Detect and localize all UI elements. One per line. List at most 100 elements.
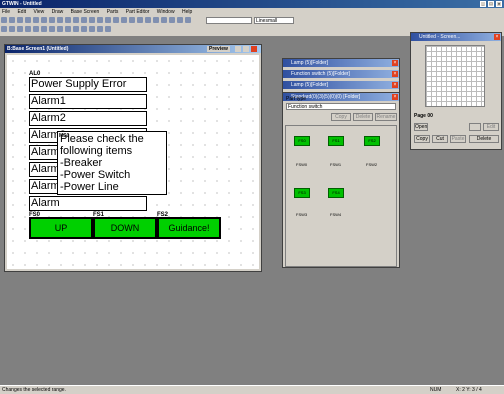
alarm-row[interactable]: Alarm	[29, 196, 147, 211]
message-part-tag: MS0	[59, 133, 70, 139]
polygon-icon[interactable]	[57, 26, 63, 32]
close-icon[interactable]: ×	[392, 82, 398, 88]
copy-button[interactable]: Copy	[414, 135, 430, 143]
line-icon[interactable]	[17, 26, 23, 32]
alarm-row[interactable]: Alarm2	[29, 111, 147, 126]
paste-button[interactable]: Paste	[450, 135, 466, 143]
grid-icon[interactable]	[81, 17, 87, 23]
text-icon[interactable]	[9, 26, 15, 32]
polyline-icon[interactable]	[25, 26, 31, 32]
pointer-icon[interactable]	[1, 26, 7, 32]
font-icon[interactable]	[161, 17, 167, 23]
align-icon[interactable]	[89, 17, 95, 23]
menu-base-screen[interactable]: Base Screen	[71, 9, 100, 15]
maximize-icon[interactable]: □	[488, 1, 494, 7]
menu-window[interactable]: Window	[157, 9, 175, 15]
status-text: Changes the selected range.	[2, 387, 66, 393]
part-label: FSW4	[330, 212, 342, 217]
bold-icon[interactable]	[169, 17, 175, 23]
circle-icon[interactable]	[41, 26, 47, 32]
menu-file[interactable]: File	[2, 9, 10, 15]
group-icon[interactable]	[97, 17, 103, 23]
copy-icon[interactable]	[41, 17, 47, 23]
edit-button[interactable]: Edit	[483, 123, 499, 131]
print-icon[interactable]	[25, 17, 31, 23]
page-button[interactable]	[469, 123, 481, 131]
page-window[interactable]: Untitled - Screen... × Page 00 Open Edit …	[410, 32, 502, 150]
line-style-combo[interactable]: Linesmall	[254, 17, 294, 24]
page-window-title[interactable]: Untitled - Screen... ×	[411, 33, 501, 41]
message-line: -Breaker	[60, 157, 103, 169]
part-icon[interactable]: FS0	[294, 136, 310, 146]
palette-icon[interactable]	[177, 17, 183, 23]
guidance-button[interactable]: Guidance!	[157, 217, 221, 239]
picker-icon[interactable]	[185, 17, 191, 23]
scale-icon[interactable]	[97, 26, 103, 32]
message-box[interactable]: MS0 Please check the following items -Br…	[57, 131, 167, 195]
close-icon[interactable]: ×	[494, 34, 500, 40]
back-icon[interactable]	[121, 17, 127, 23]
menu-help[interactable]: Help	[182, 9, 192, 15]
menu-edit[interactable]: Edit	[17, 9, 26, 15]
delete-button[interactable]: Delete	[353, 113, 373, 121]
front-icon[interactable]	[113, 17, 119, 23]
fill-pattern-icon[interactable]	[81, 26, 87, 32]
editor-minimize-icon[interactable]	[235, 46, 241, 52]
close-icon[interactable]: ×	[392, 71, 398, 77]
arc-icon[interactable]	[49, 26, 55, 32]
flip-icon[interactable]	[137, 17, 143, 23]
minimize-icon[interactable]: _	[480, 1, 486, 7]
paste-icon[interactable]	[49, 17, 55, 23]
save-icon[interactable]	[17, 17, 23, 23]
delete-button[interactable]: Delete	[469, 135, 499, 143]
fill-icon[interactable]	[153, 17, 159, 23]
part-icon[interactable]: FS3	[294, 188, 310, 198]
rectangle-icon[interactable]	[33, 26, 39, 32]
close-icon[interactable]: ×	[496, 1, 502, 7]
bitmap-icon[interactable]	[73, 26, 79, 32]
rotate-icon[interactable]	[129, 17, 135, 23]
screen-editor-window[interactable]: B:Base Screen1 (Untitled) Preview AL0 Po…	[4, 44, 262, 272]
cut-button[interactable]: Cut	[432, 135, 448, 143]
rename-button[interactable]: Rename	[375, 113, 397, 121]
screen-canvas[interactable]: AL0 Power Supply Error Alarm1 Alarm2 Ala…	[7, 55, 259, 269]
part-type-label: Part type	[286, 96, 307, 102]
part-icon[interactable]: FS2	[364, 136, 380, 146]
copy-button[interactable]: Copy	[331, 113, 351, 121]
close-icon[interactable]: ×	[392, 94, 398, 100]
menu-draw[interactable]: Draw	[52, 9, 64, 15]
parts-folder-title[interactable]: Function switch (5)[Folder] ×	[283, 70, 399, 78]
zoom-icon[interactable]	[73, 17, 79, 23]
parts-panel[interactable]: Standard(0)(3)(5)(0)(0) [Folder] × Part t…	[282, 92, 400, 268]
part-icon[interactable]: FS4	[328, 188, 344, 198]
undo-icon[interactable]	[57, 17, 63, 23]
editor-close-icon[interactable]	[251, 46, 257, 52]
parts-folder-title[interactable]: Lamp (5)[Folder] ×	[283, 81, 399, 89]
open-icon[interactable]	[9, 17, 15, 23]
font-combo[interactable]	[206, 17, 252, 24]
new-icon[interactable]	[1, 17, 7, 23]
alarm-title[interactable]: Power Supply Error	[29, 77, 147, 92]
up-button[interactable]: UP	[29, 217, 93, 239]
menu-parts[interactable]: Parts	[107, 9, 119, 15]
color-icon[interactable]	[145, 17, 151, 23]
menu-view[interactable]: View	[33, 9, 44, 15]
meter-icon[interactable]	[105, 26, 111, 32]
dot-icon[interactable]	[89, 26, 95, 32]
cut-icon[interactable]	[33, 17, 39, 23]
alarm-row[interactable]: Alarm1	[29, 94, 147, 109]
part-type-select[interactable]: Function switch	[286, 103, 396, 110]
redo-icon[interactable]	[65, 17, 71, 23]
down-button[interactable]: DOWN	[93, 217, 157, 239]
menu-part-editor[interactable]: Part Editor	[126, 9, 150, 15]
ungroup-icon[interactable]	[105, 17, 111, 23]
open-button[interactable]: Open	[414, 123, 428, 131]
editor-maximize-icon[interactable]	[243, 46, 249, 52]
preview-badge[interactable]: Preview	[207, 46, 230, 52]
menu-bar: File Edit View Draw Base Screen Parts Pa…	[0, 8, 504, 16]
ellipse-icon[interactable]	[65, 26, 71, 32]
parts-folder-title[interactable]: Lamp (5)[Folder] ×	[283, 59, 399, 67]
part-icon[interactable]: FS1	[328, 136, 344, 146]
close-icon[interactable]: ×	[392, 60, 398, 66]
page-grid[interactable]	[425, 45, 485, 107]
